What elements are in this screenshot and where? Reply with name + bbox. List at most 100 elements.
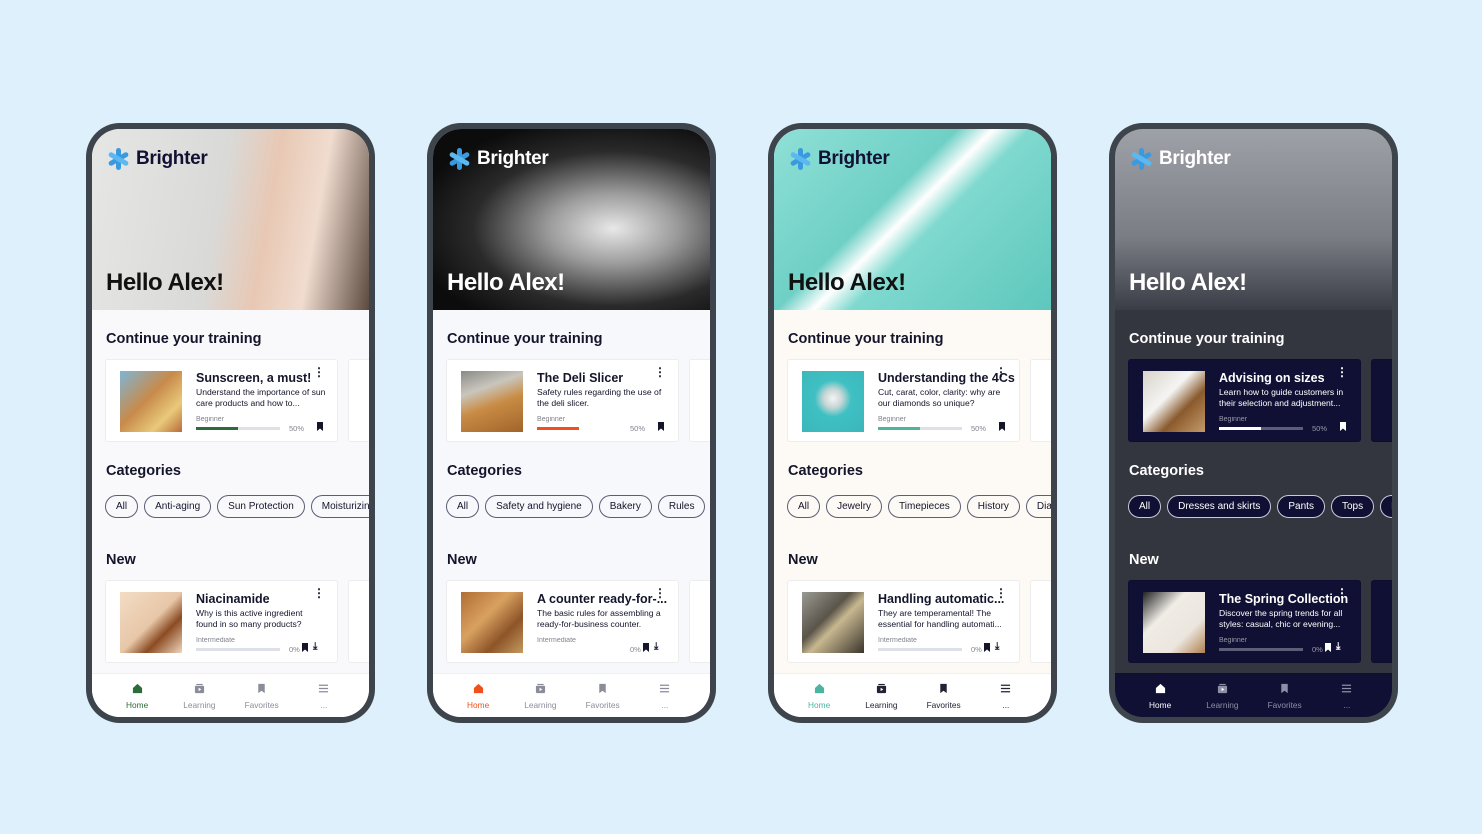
app-name: Brighter xyxy=(477,148,549,169)
category-chip[interactable]: Dresses and skirts xyxy=(1167,495,1272,518)
category-chip[interactable]: All xyxy=(787,495,821,518)
new-card[interactable]: Handling automatic... They are temperamen… xyxy=(787,580,1020,663)
card-thumbnail xyxy=(461,371,523,432)
new-card[interactable]: A counter ready-for-... The basic rules f… xyxy=(446,580,679,663)
category-chip[interactable]: Anti-aging xyxy=(144,495,212,518)
category-chip[interactable]: Moisturizing xyxy=(310,495,369,518)
asterisk-logo-icon xyxy=(1131,148,1152,170)
progress-bar xyxy=(196,648,280,651)
category-chip[interactable]: F xyxy=(1380,495,1392,518)
category-chip[interactable]: All xyxy=(446,495,480,518)
card-description: Why is this active ingredient found in s… xyxy=(196,608,303,629)
nav-label: Learning xyxy=(1206,700,1239,710)
next-card-peek[interactable] xyxy=(689,580,710,663)
bookmark-icon[interactable] xyxy=(1340,422,1346,431)
nav-item-home[interactable]: Home xyxy=(794,674,844,717)
card-title: Sunscreen, a must! xyxy=(196,371,312,385)
brighter-logo: Brighter xyxy=(1129,147,1231,171)
next-card-peek[interactable] xyxy=(1030,359,1051,442)
nav-item-home[interactable]: Home xyxy=(453,674,503,717)
nav-item-learning[interactable]: Learning xyxy=(1197,674,1247,717)
bookmark-icon[interactable] xyxy=(643,643,649,652)
category-chip[interactable]: History xyxy=(966,495,1020,518)
nav-item-learning[interactable]: Learning xyxy=(515,674,565,717)
category-chip[interactable]: Bakery xyxy=(598,495,652,518)
category-chip[interactable]: Rules xyxy=(657,495,706,518)
download-icon[interactable]: ⤓ xyxy=(313,641,317,652)
next-card-peek[interactable] xyxy=(348,359,369,442)
category-chip[interactable]: Pants xyxy=(1277,495,1325,518)
nav-label: Learning xyxy=(183,700,216,710)
more-options-icon[interactable]: ⋮ xyxy=(995,587,1007,599)
progress-percent: 50% xyxy=(630,424,646,433)
next-card-peek[interactable] xyxy=(1371,359,1392,442)
card-thumbnail xyxy=(461,592,523,653)
nav-label: ... xyxy=(1343,700,1351,710)
more-options-icon[interactable]: ⋮ xyxy=(654,366,666,378)
download-icon[interactable]: ⤓ xyxy=(995,641,999,652)
download-icon[interactable]: ⤓ xyxy=(1336,641,1340,652)
continue-title: Continue your training xyxy=(788,331,944,347)
nav-item-[interactable]: ... xyxy=(640,674,690,717)
nav-item-learning[interactable]: Learning xyxy=(856,674,906,717)
nav-item-favorites[interactable]: Favorites xyxy=(919,674,969,717)
bookmark-icon[interactable] xyxy=(1325,643,1331,652)
brighter-logo: Brighter xyxy=(447,147,549,171)
progress-percent: 50% xyxy=(971,424,987,433)
phone-screen: Brighter Hello Alex! Continue your trainin… xyxy=(1115,129,1392,717)
next-card-peek[interactable] xyxy=(689,359,710,442)
nav-item-favorites[interactable]: Favorites xyxy=(578,674,628,717)
card-thumbnail xyxy=(802,592,864,653)
category-chip[interactable]: Safety and hygiene xyxy=(485,495,593,518)
bookmark-icon[interactable] xyxy=(302,643,308,652)
new-title: New xyxy=(106,552,136,568)
more-options-icon[interactable]: ⋮ xyxy=(995,366,1007,378)
category-chip[interactable]: Jewelry xyxy=(826,495,883,518)
more-options-icon[interactable]: ⋮ xyxy=(654,587,666,599)
phone-screen: Brighter Hello Alex! Continue your trainin… xyxy=(774,129,1051,717)
nav-item-home[interactable]: Home xyxy=(112,674,162,717)
nav-item-[interactable]: ... xyxy=(1322,674,1372,717)
bookmark-icon[interactable] xyxy=(984,643,990,652)
nav-item-home[interactable]: Home xyxy=(1135,674,1185,717)
nav-item-[interactable]: ... xyxy=(299,674,349,717)
category-chips: AllJewelryTimepiecesHistoryDiamonds xyxy=(787,495,1051,518)
bookmark-icon[interactable] xyxy=(317,422,323,431)
nav-item-favorites[interactable]: Favorites xyxy=(237,674,287,717)
next-card-peek[interactable] xyxy=(1371,580,1392,663)
phone-mockup: Brighter Hello Alex! Continue your trainin… xyxy=(1109,123,1398,723)
category-chip[interactable]: All xyxy=(105,495,139,518)
progress-fill xyxy=(1219,427,1261,430)
continue-card[interactable]: Understanding the 4Cs Cut, carat, color, … xyxy=(787,359,1020,442)
home-icon xyxy=(132,683,143,696)
card-title: Niacinamide xyxy=(196,592,270,606)
continue-card[interactable]: Advising on sizes Learn how to guide cust… xyxy=(1128,359,1361,442)
more-options-icon[interactable]: ⋮ xyxy=(313,366,325,378)
bookmark-icon[interactable] xyxy=(999,422,1005,431)
more-options-icon[interactable]: ⋮ xyxy=(1336,587,1348,599)
category-chip[interactable]: Diamonds xyxy=(1025,495,1051,518)
continue-card[interactable]: The Deli Slicer Safety rules regarding th… xyxy=(446,359,679,442)
nav-item-learning[interactable]: Learning xyxy=(174,674,224,717)
category-chip[interactable]: Timepieces xyxy=(888,495,961,518)
category-chip[interactable]: All xyxy=(1128,495,1162,518)
bottom-nav: Home Learning Favorites... xyxy=(1115,673,1392,717)
asterisk-logo-icon xyxy=(790,148,811,170)
progress-bar xyxy=(537,427,621,430)
progress-bar xyxy=(878,427,962,430)
next-card-peek[interactable] xyxy=(348,580,369,663)
more-options-icon[interactable]: ⋮ xyxy=(313,587,325,599)
new-card[interactable]: Niacinamide Why is this active ingredient… xyxy=(105,580,338,663)
nav-item-[interactable]: ... xyxy=(981,674,1031,717)
home-icon xyxy=(814,683,825,696)
category-chip[interactable]: Tops xyxy=(1330,495,1375,518)
download-icon[interactable]: ⤓ xyxy=(654,641,658,652)
more-options-icon[interactable]: ⋮ xyxy=(1336,366,1348,378)
nav-item-favorites[interactable]: Favorites xyxy=(1260,674,1310,717)
bookmark-icon[interactable] xyxy=(658,422,664,431)
new-card[interactable]: The Spring Collection Discover the spring… xyxy=(1128,580,1361,663)
category-chip[interactable]: Sun Protection xyxy=(217,495,305,518)
next-card-peek[interactable] xyxy=(1030,580,1051,663)
continue-card[interactable]: Sunscreen, a must! Understand the importa… xyxy=(105,359,338,442)
progress-bar xyxy=(537,648,621,651)
